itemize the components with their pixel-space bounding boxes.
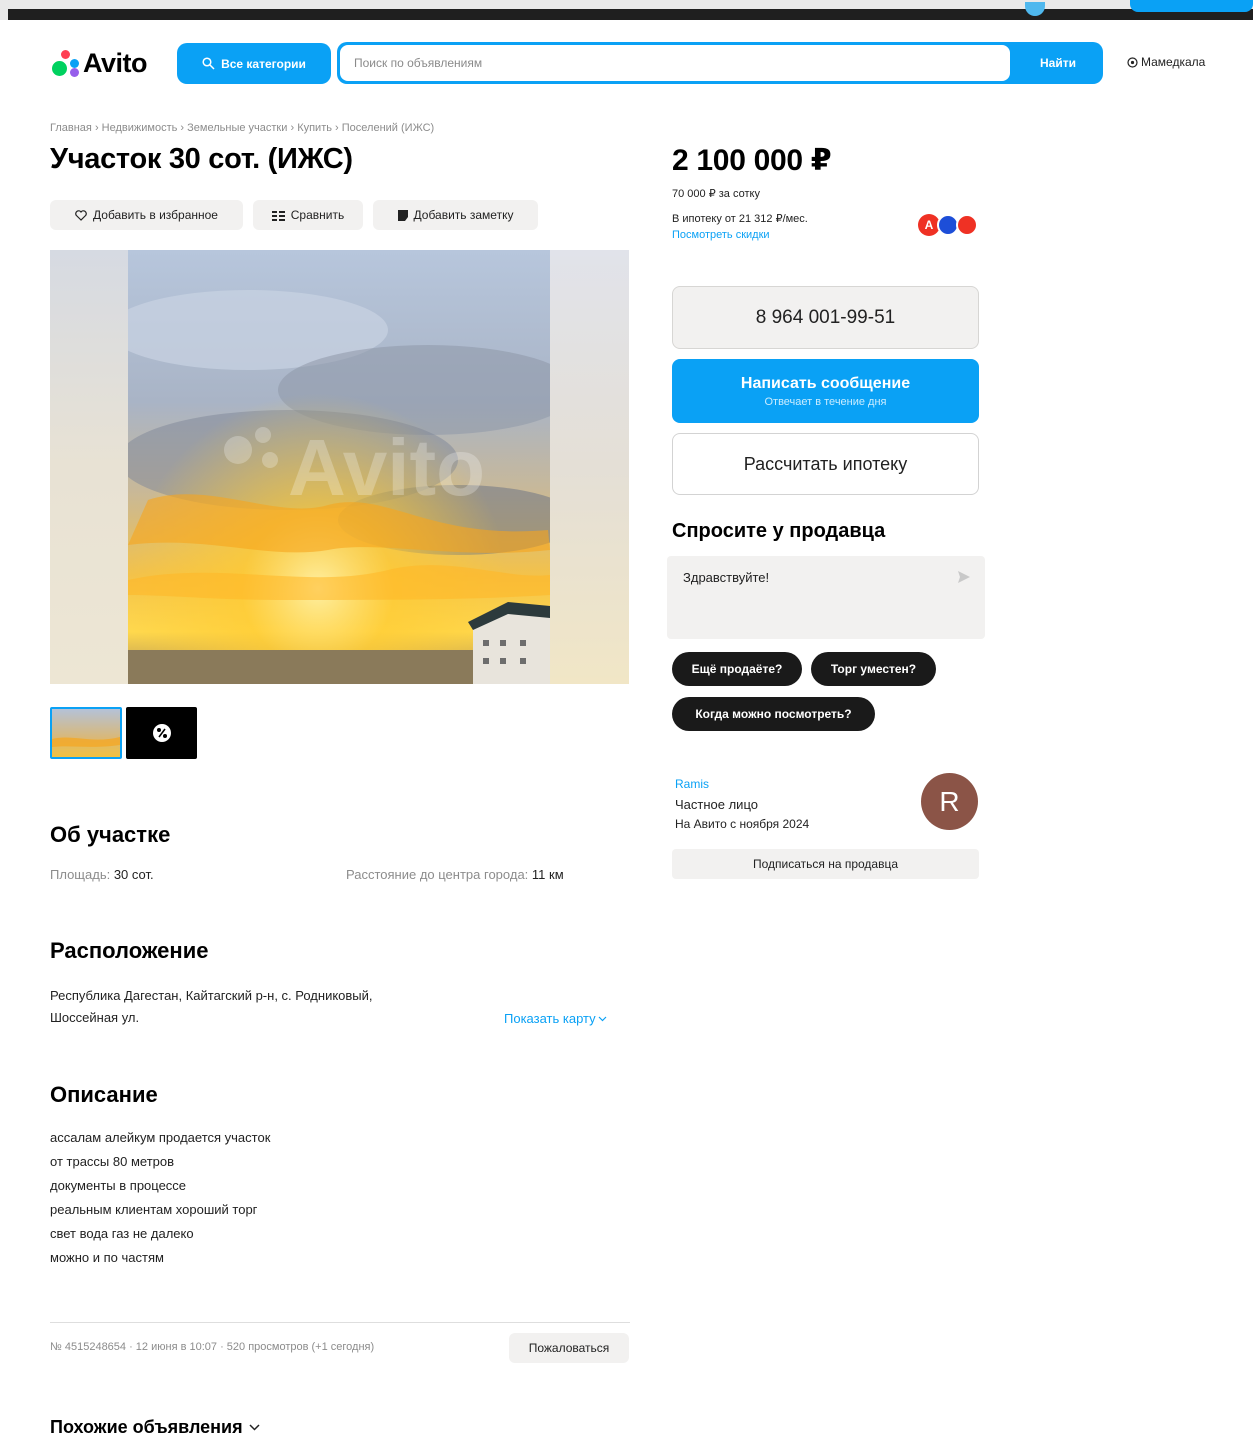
bank-logos: A: [918, 214, 980, 236]
ask-seller-input[interactable]: Здравствуйте!: [667, 556, 985, 639]
chevron-down-icon: [249, 1424, 260, 1431]
price: 2 100 000 ₽: [672, 144, 832, 177]
seller-name[interactable]: Ramis: [675, 777, 709, 791]
avatar[interactable]: R: [921, 773, 978, 830]
top-publish-shape: [1130, 0, 1253, 12]
logo-dots-icon: [50, 48, 80, 78]
quick-question-chip[interactable]: Ещё продаёте?: [672, 652, 802, 686]
seller-type: Частное лицо: [675, 797, 758, 812]
note-icon: [397, 209, 408, 221]
breadcrumb: Главная › Недвижимость › Земельные участ…: [50, 122, 434, 134]
show-map-link[interactable]: Показать карту: [504, 1011, 607, 1026]
address: Республика Дагестан, Кайтагский р-н, с. …: [50, 985, 373, 1029]
area-value: 30 сот.: [113, 867, 154, 882]
all-categories-label: Все категории: [221, 56, 306, 71]
main-photo[interactable]: Avito: [128, 250, 550, 684]
top-bar: [8, 9, 1253, 20]
search-bar: Найти: [337, 42, 1103, 84]
search-button[interactable]: Найти: [1013, 42, 1103, 84]
subscribe-seller-button[interactable]: Подписаться на продавца: [672, 849, 979, 879]
location-pin-icon: [1127, 56, 1138, 68]
seller-since: На Авито с ноября 2024: [675, 817, 810, 831]
breadcrumb-item[interactable]: Купить: [297, 122, 332, 134]
photo-gallery[interactable]: Avito: [50, 250, 629, 684]
calculate-mortgage-button[interactable]: Рассчитать ипотеку: [672, 433, 979, 495]
thumbnail-360-tour[interactable]: [126, 707, 197, 759]
add-to-favorites-button[interactable]: Добавить в избранное: [50, 200, 243, 230]
similar-listings-toggle[interactable]: Похожие объявления: [50, 1417, 260, 1438]
quick-question-chip[interactable]: Торг уместен?: [811, 652, 936, 686]
quick-question-chip[interactable]: Когда можно посмотреть?: [672, 697, 875, 731]
write-message-button[interactable]: Написать сообщение Отвечает в течение дн…: [672, 359, 979, 423]
price-per-sotka: 70 000 ₽ за сотку: [672, 188, 760, 200]
breadcrumb-item[interactable]: Главная: [50, 122, 92, 134]
all-categories-button[interactable]: Все категории: [177, 43, 331, 84]
response-time: Отвечает в течение дня: [764, 395, 887, 408]
add-to-favorites-label: Добавить в избранное: [93, 208, 218, 222]
divider: [50, 1322, 630, 1323]
compare-label: Сравнить: [290, 208, 345, 222]
description-line: документы в процессе: [50, 1178, 187, 1193]
bank-logo-icon: [956, 214, 978, 236]
breadcrumb-separator: ›: [290, 122, 295, 134]
about-heading: Об участке: [50, 822, 171, 847]
sunset-photo: Avito: [128, 250, 550, 684]
heart-icon: [75, 209, 87, 221]
thumbnail-photo[interactable]: [50, 707, 122, 759]
description-line: ассалам алейкум продается участок: [50, 1130, 271, 1145]
show-phone-button[interactable]: 8 964 001-99-51: [672, 286, 979, 349]
ask-seller-text: Здравствуйте!: [683, 570, 770, 585]
thumbnail-image: [52, 709, 120, 757]
description-line: от трассы 80 метров: [50, 1154, 175, 1169]
breadcrumb-item[interactable]: Поселений (ИЖС): [342, 122, 434, 134]
add-note-button[interactable]: Добавить заметку: [373, 200, 538, 230]
logo-text: Avito: [83, 47, 148, 78]
description-text: ассалам алейкум продается участок от тра…: [50, 1126, 270, 1270]
avito-watermark: Avito: [288, 423, 485, 512]
chevron-down-icon: [598, 1016, 607, 1021]
page-title: Участок 30 сот. (ИЖС): [50, 143, 353, 175]
area-label: Площадь:: [50, 867, 111, 882]
search-input[interactable]: [340, 45, 1010, 81]
breadcrumb-separator: ›: [335, 122, 339, 134]
breadcrumb-item[interactable]: Земельные участки: [187, 122, 287, 134]
distance-value: 11 км: [531, 867, 564, 882]
distance-row: Расстояние до центра города: 11 км: [346, 867, 564, 882]
report-button[interactable]: Пожаловаться: [509, 1333, 629, 1363]
compare-button[interactable]: Сравнить: [253, 200, 363, 230]
gallery-blur-left: [50, 250, 128, 684]
location-heading: Расположение: [50, 938, 209, 963]
write-message-label: Написать сообщение: [740, 374, 911, 392]
description-heading: Описание: [50, 1082, 158, 1107]
address-line: Республика Дагестан, Кайтагский р-н, с. …: [50, 988, 373, 1003]
top-strip: [0, 0, 1253, 20]
send-icon[interactable]: [957, 570, 971, 584]
address-line: Шоссейная ул.: [50, 1010, 140, 1025]
breadcrumb-separator: ›: [180, 122, 185, 134]
location-label: Мамедкала: [1141, 55, 1206, 69]
add-note-label: Добавить заметку: [413, 208, 514, 222]
similar-listings-heading: Похожие объявления: [50, 1417, 243, 1437]
compare-icon: [271, 210, 285, 221]
distance-label: Расстояние до центра города:: [346, 867, 529, 882]
search-icon: [202, 57, 215, 70]
discounts-link[interactable]: Посмотреть скидки: [672, 229, 770, 241]
ask-seller-heading: Спросите у продавца: [672, 520, 886, 542]
breadcrumb-separator: ›: [94, 122, 99, 134]
listing-meta: № 4515248654 · 12 июня в 10:07 · 520 про…: [50, 1341, 375, 1353]
show-map-label: Показать карту: [504, 1011, 596, 1026]
breadcrumb-item[interactable]: Недвижимость: [102, 122, 178, 134]
mortgage-from: В ипотеку от 21 312 ₽/мес.: [672, 213, 808, 225]
location-selector[interactable]: Мамедкала: [1127, 55, 1205, 69]
description-line: свет вода газ не далеко: [50, 1226, 194, 1241]
gallery-blur-right: [550, 250, 629, 684]
description-line: можно и по частям: [50, 1250, 164, 1265]
description-line: реальным клиентам хороший торг: [50, 1202, 258, 1217]
panorama-icon: [152, 724, 171, 742]
avito-logo[interactable]: Avito: [50, 46, 148, 80]
area-row: Площадь: 30 сот.: [50, 867, 154, 882]
